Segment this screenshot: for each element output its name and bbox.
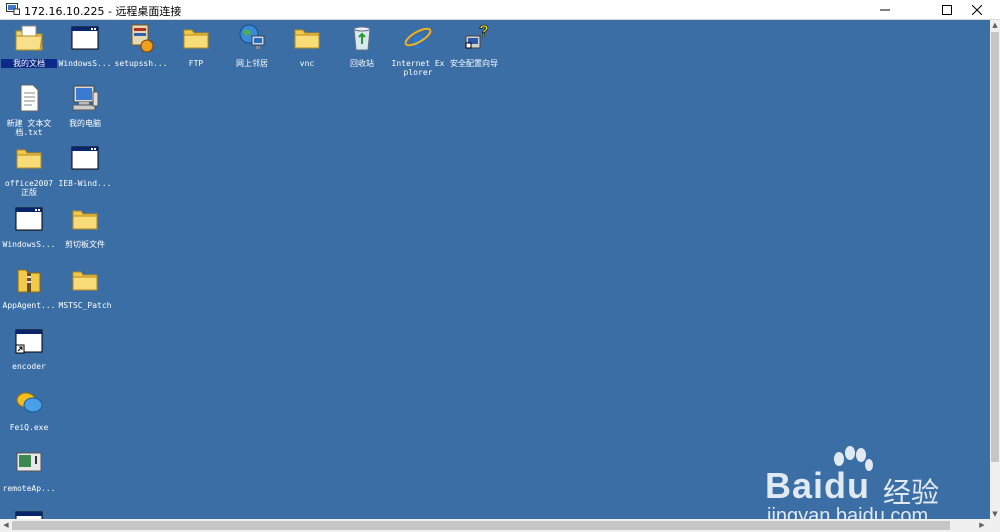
close-icon — [972, 4, 982, 15]
folder-icon — [72, 210, 98, 230]
remote-desktop-icon — [6, 3, 20, 15]
folder-icon — [16, 149, 42, 169]
folder-icon — [72, 271, 98, 291]
shortcut-app-icon — [15, 329, 43, 354]
vertical-scroll-thumb[interactable] — [991, 32, 999, 462]
recycle-bin-icon — [353, 26, 371, 51]
desktop-icon-appagent[interactable]: AppAgent... — [1, 264, 57, 310]
close-button[interactable] — [954, 0, 1000, 19]
desktop-icon-setupssh[interactable]: setupssh... — [113, 22, 169, 68]
baidu-jingyan-watermark: Baidu 经验 jingyan.baidu.com — [765, 445, 945, 519]
minimize-button[interactable] — [862, 0, 908, 19]
desktop-icon-my-documents[interactable]: 我的文档 — [1, 22, 57, 68]
desktop-icon-windowss-1[interactable]: WindowsS... — [57, 22, 113, 68]
installer-icon — [131, 24, 154, 53]
desktop-icon-internet-explorer[interactable]: e Internet Explorer — [390, 22, 446, 77]
window-title: 172.16.10.225 - 远程桌面连接 — [24, 5, 182, 18]
desktop-icon-ie8-windows[interactable]: IE8-Wind... — [57, 142, 113, 188]
window-app-icon — [15, 207, 43, 231]
text-file-icon — [20, 84, 39, 112]
watermark-brand: Baidu — [765, 465, 871, 506]
my-computer-icon — [72, 85, 99, 111]
desktop-icon-new-text-file[interactable]: 新建 文本文档.txt — [1, 82, 57, 137]
internet-explorer-icon: e — [404, 25, 432, 54]
remote-app-icon — [16, 452, 42, 472]
desktop-icon-partial[interactable] — [1, 507, 57, 519]
window-title-bar[interactable]: 172.16.10.225 - 远程桌面连接 — [0, 0, 1000, 20]
desktop-icon-my-computer[interactable]: 我的电脑 — [57, 82, 113, 128]
desktop-icon-windowss-2[interactable]: WindowsS... — [1, 203, 57, 249]
desktop-icon-network[interactable]: 网上邻居 — [224, 22, 280, 68]
minimize-icon — [880, 9, 890, 10]
remote-desktop-area[interactable]: 我的文档 WindowsS... setupssh... FTP 网上邻居 vn… — [0, 20, 990, 519]
scroll-up-arrow-icon[interactable]: ▲ — [990, 20, 1000, 30]
desktop-icon-feiq[interactable]: FeiQ.exe — [1, 386, 57, 432]
desktop-icon-remoteapp[interactable]: remoteAp... — [1, 447, 57, 493]
vertical-scrollbar[interactable]: ▲ ▼ — [990, 20, 1000, 519]
desktop-icon-office2007[interactable]: office2007正版 — [1, 142, 57, 197]
desktop-icon-security-wizard[interactable]: ? 安全配置向导 — [446, 22, 502, 68]
feiq-icon — [16, 392, 43, 413]
window-app-icon — [71, 146, 99, 170]
desktop-icon-encoder[interactable]: encoder — [1, 325, 57, 371]
window-app-icon — [15, 511, 43, 519]
desktop-icon-recycle-bin[interactable]: 回收站 — [334, 22, 390, 68]
my-documents-icon — [15, 25, 43, 51]
folder-icon — [294, 29, 320, 49]
network-icon — [239, 24, 265, 49]
horizontal-scroll-thumb[interactable] — [12, 521, 950, 530]
security-wizard-icon: ? — [465, 23, 489, 49]
maximize-icon — [942, 4, 952, 15]
scroll-down-arrow-icon[interactable]: ▼ — [990, 509, 1000, 519]
scroll-right-arrow-icon[interactable]: ▶ — [976, 519, 988, 532]
svg-text:?: ? — [479, 23, 489, 40]
desktop-icon-mstsc-patch[interactable]: MSTSC_Patch — [57, 264, 113, 310]
folder-icon — [183, 29, 209, 49]
desktop-icon-ftp[interactable]: FTP — [168, 22, 224, 68]
desktop-icon-vnc[interactable]: vnc — [279, 22, 335, 68]
desktop-icon-clipboard-files[interactable]: 剪切板文件 — [57, 203, 113, 249]
scroll-left-arrow-icon[interactable]: ◀ — [0, 519, 12, 532]
watermark-url: jingyan.baidu.com — [767, 505, 929, 519]
horizontal-scrollbar[interactable]: ◀ ▶ — [0, 519, 1000, 532]
archive-folder-icon — [17, 269, 41, 293]
window-app-icon — [71, 26, 99, 50]
